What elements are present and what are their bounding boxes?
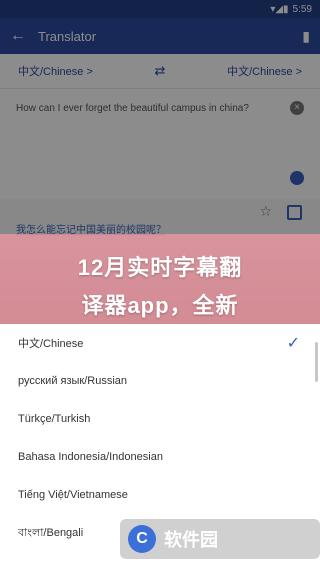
watermark-text: 软件园 xyxy=(164,530,218,550)
language-option-label: Tiếng Việt/Vietnamese xyxy=(18,489,128,501)
language-option[interactable]: 中文/Chinese ✓ xyxy=(0,324,320,362)
language-option[interactable]: Tiếng Việt/Vietnamese xyxy=(0,476,320,514)
language-option-label: 中文/Chinese xyxy=(18,338,84,350)
language-option-label: Bahasa Indonesia/Indonesian xyxy=(18,451,163,463)
language-option-label: Türkçe/Turkish xyxy=(18,413,91,425)
language-option[interactable]: Bahasa Indonesia/Indonesian xyxy=(0,438,320,476)
checkmark-icon: ✓ xyxy=(286,335,300,352)
language-option-label: বাংলা/Bengali xyxy=(18,526,84,539)
site-watermark: C 软件园 xyxy=(120,519,320,559)
banner-line-2: 译器app，全新 xyxy=(81,293,239,318)
banner-line-1: 12月实时字幕翻 xyxy=(77,255,243,280)
language-option[interactable]: Türkçe/Turkish xyxy=(0,400,320,438)
language-option[interactable]: русский язык/Russian xyxy=(0,362,320,400)
promo-banner: 12月实时字幕翻 译器app，全新 xyxy=(0,234,320,324)
language-option-label: русский язык/Russian xyxy=(18,375,128,387)
watermark-logo-icon: C xyxy=(128,525,156,553)
